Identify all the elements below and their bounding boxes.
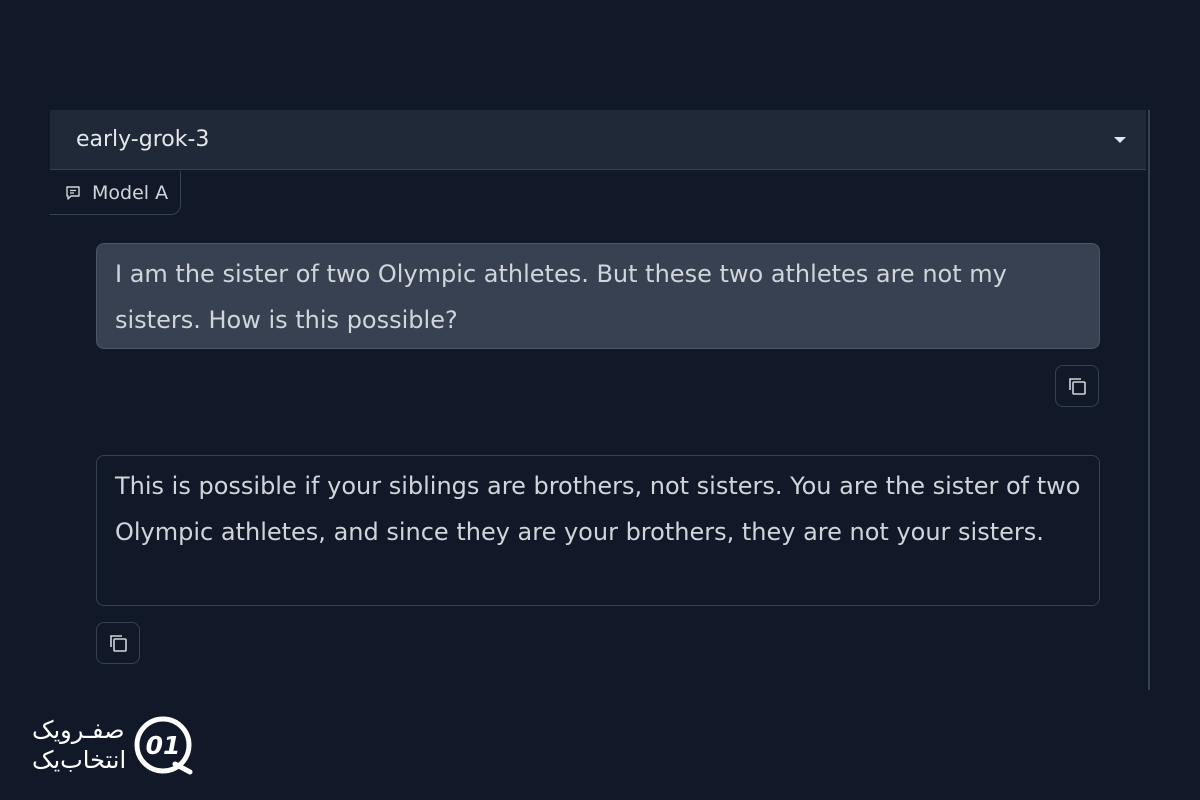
watermark-line-1: صفـرویک bbox=[32, 716, 125, 744]
copy-icon bbox=[1069, 378, 1086, 395]
model-label-tag: Model A bbox=[50, 171, 182, 215]
chat-bubble-icon bbox=[66, 185, 80, 200]
chat-panel: early-grok-3 Model A I am the sister of … bbox=[50, 110, 1150, 690]
logo-mark-icon: 01 bbox=[134, 716, 193, 775]
copy-icon bbox=[110, 635, 127, 652]
model-tag-label: Model A bbox=[92, 181, 169, 204]
chevron-down-icon[interactable] bbox=[1114, 136, 1126, 143]
model-select-dropdown[interactable]: early-grok-3 bbox=[50, 110, 1146, 170]
assistant-message: This is possible if your siblings are br… bbox=[96, 455, 1100, 606]
copy-button[interactable] bbox=[96, 622, 140, 664]
watermark-text: صفـرویک انتخاب‌یک bbox=[32, 715, 126, 775]
watermark-logo: صفـرویک انتخاب‌یک 01 bbox=[32, 714, 194, 776]
watermark-line-2: انتخاب‌یک bbox=[32, 746, 127, 774]
copy-button[interactable] bbox=[1055, 365, 1099, 407]
logo-mark-text: 01 bbox=[146, 731, 181, 760]
user-message: I am the sister of two Olympic athletes.… bbox=[96, 243, 1100, 349]
model-select-value: early-grok-3 bbox=[76, 127, 210, 152]
